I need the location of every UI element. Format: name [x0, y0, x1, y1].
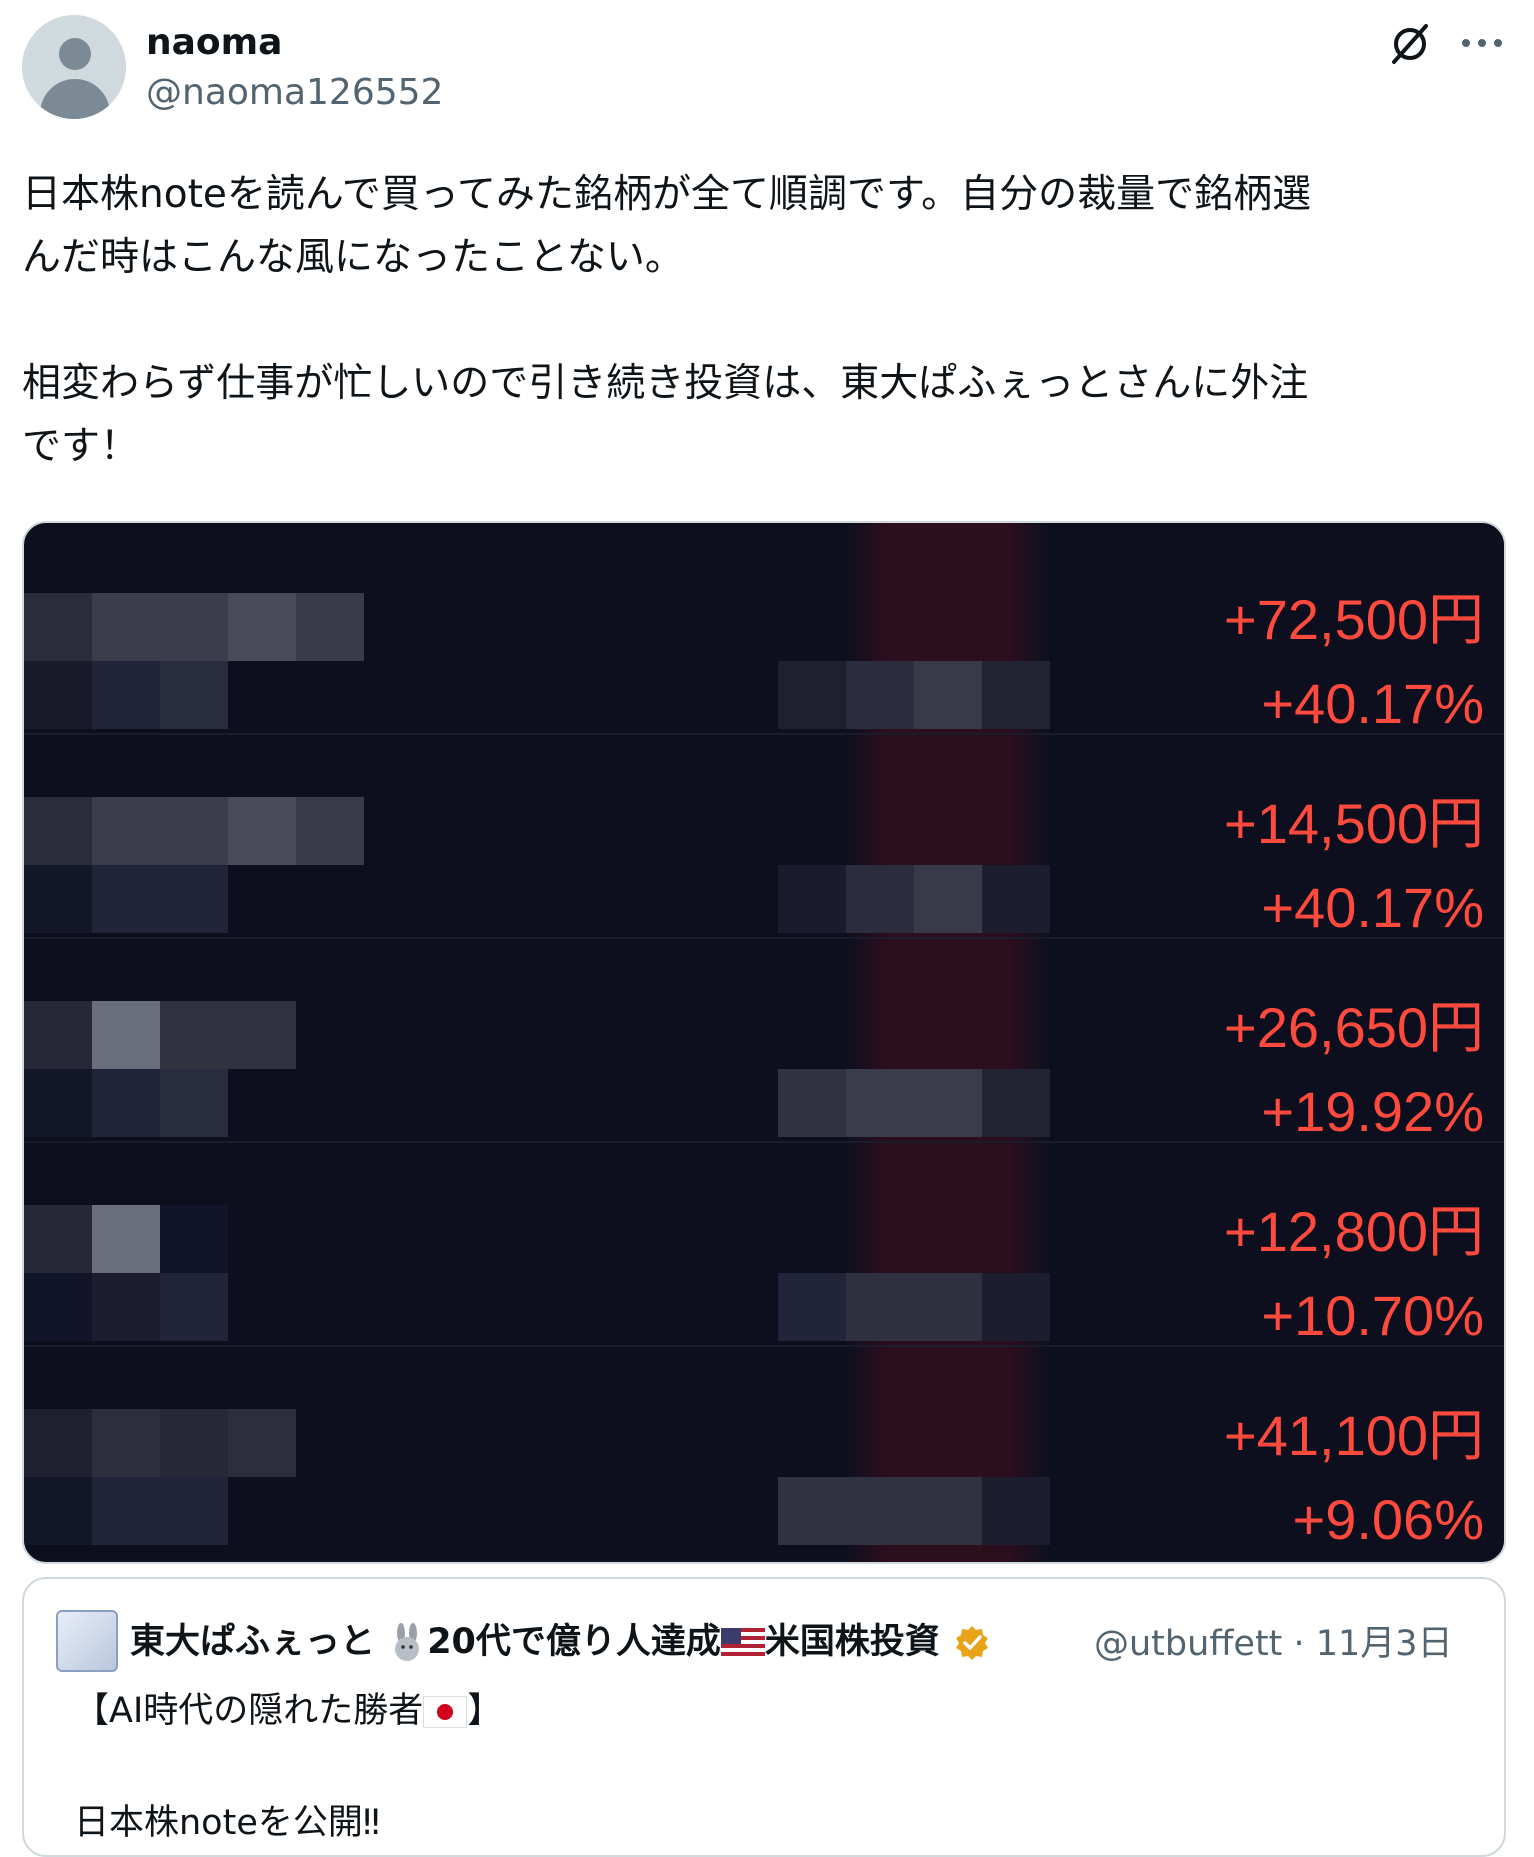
post-text: 日本株noteを読んで買ってみた銘柄が全て順調です。自分の裁量で銘柄選 んだ時は… — [22, 163, 1512, 478]
holding-row: +72,500円 +40.17% — [24, 535, 1504, 739]
avatar-head — [59, 38, 91, 70]
gain-percent: +9.06% — [1292, 1488, 1485, 1551]
quoted-text: 】 — [467, 1691, 503, 1731]
gain-percent: +19.92% — [1261, 1080, 1484, 1143]
gain-amount: +14,500円 — [1224, 792, 1484, 855]
gain-amount: +41,100円 — [1224, 1404, 1484, 1467]
rabbit-icon — [395, 1623, 420, 1661]
quoted-text-line: 日本株noteを公開‼ — [74, 1803, 380, 1843]
quoted-avatar[interactable] — [56, 1610, 118, 1672]
quoted-display-name[interactable]: 東大ぱふぇっと 20代で億り人達成 米国株投資 — [130, 1613, 992, 1664]
gain-amount: +12,800円 — [1224, 1200, 1484, 1263]
avatar-body — [40, 79, 110, 119]
grok-icon[interactable] — [1386, 20, 1434, 68]
avatar[interactable] — [22, 15, 126, 119]
gain-percent: +10.70% — [1261, 1284, 1484, 1347]
gain-percent: +40.17% — [1261, 876, 1484, 939]
user-handle[interactable]: @naoma126552 — [146, 72, 443, 113]
post-line: んだ時はこんな風になったことない。 — [22, 235, 684, 280]
quoted-name-part: 米国株投資 — [764, 1622, 940, 1662]
post-line: 日本株noteを読んで買ってみた銘柄が全て順調です。自分の裁量で銘柄選 — [22, 172, 1312, 217]
verified-badge-icon — [956, 1626, 989, 1660]
quoted-text-line: 【AI時代の隠れた勝者 】 — [74, 1682, 502, 1733]
quoted-name-part: 20代で億り人達成 — [427, 1622, 721, 1662]
quoted-name-part: 東大ぱふぇっと — [130, 1622, 376, 1662]
post-line: 相変わらず仕事が忙しいので引き続き投資は、東大ぱふぇっとさんに外注 — [22, 361, 1309, 406]
gain-percent: +40.17% — [1261, 672, 1484, 735]
quoted-handle-date[interactable]: @utbuffett · 11月3日 — [1094, 1615, 1453, 1666]
holding-row: +12,800円 +10.70% — [24, 1147, 1504, 1351]
holding-row: +41,100円 +9.06% — [24, 1351, 1504, 1555]
quoted-text: 【AI時代の隠れた勝者 — [74, 1691, 424, 1731]
display-name[interactable]: naoma — [146, 22, 282, 63]
jp-flag-icon — [423, 1696, 468, 1728]
holding-row: +26,650円 +19.92% — [24, 943, 1504, 1147]
quoted-post[interactable]: 東大ぱふぇっと 20代で億り人達成 米国株投資 @utbuffett · 11月3… — [22, 1577, 1506, 1857]
holding-row: +14,500円 +40.17% — [24, 739, 1504, 943]
post-image[interactable]: +72,500円 +40.17% +14,500円 +40.17% +26,65… — [22, 521, 1506, 1564]
gain-amount: +72,500円 — [1224, 588, 1484, 651]
more-icon[interactable] — [1458, 36, 1506, 50]
gain-amount: +26,650円 — [1224, 996, 1484, 1059]
us-flag-icon — [720, 1628, 765, 1658]
post-line: です！ — [22, 424, 140, 469]
